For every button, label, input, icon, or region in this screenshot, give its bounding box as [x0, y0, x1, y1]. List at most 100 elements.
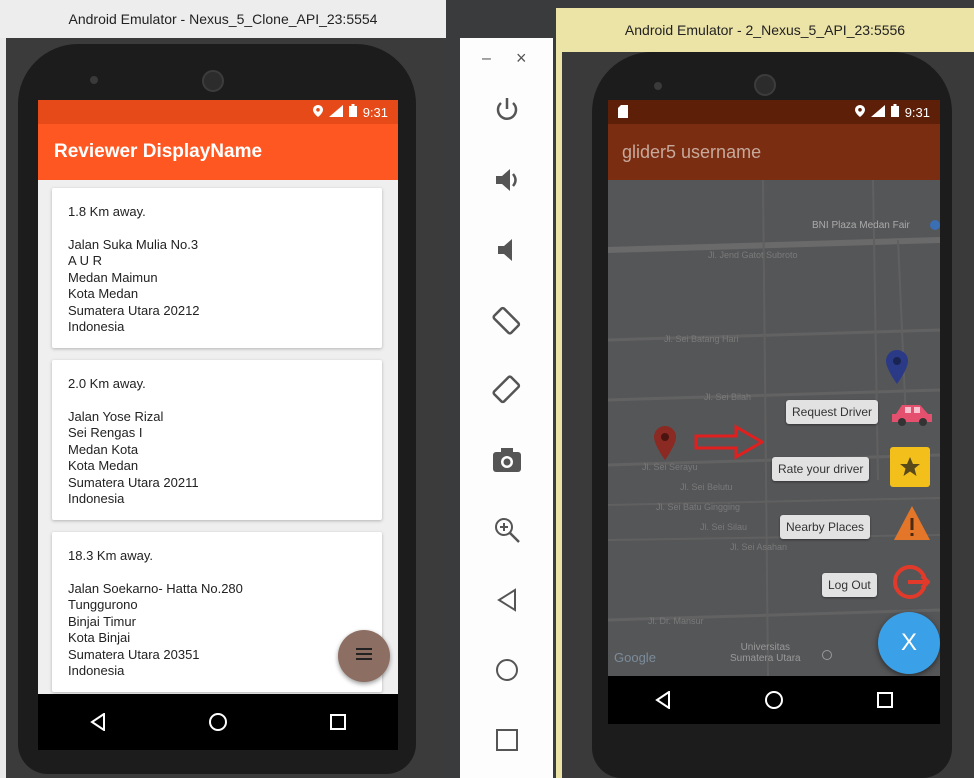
- address-line: Tunggurono: [68, 597, 138, 612]
- camera-icon: [492, 447, 522, 478]
- warning-icon[interactable]: [892, 504, 932, 547]
- map-road-label: Jl. Jend Gatot Subroto: [708, 250, 798, 260]
- left-window-titlebar: Android Emulator - Nexus_5_Clone_API_23:…: [0, 0, 446, 38]
- address-line: Indonesia: [68, 663, 125, 678]
- zoom-button[interactable]: [460, 502, 553, 562]
- main-fab-close-button[interactable]: X: [878, 612, 940, 674]
- nav-back-button[interactable]: [643, 680, 683, 720]
- left-status-bar: 9:31: [38, 100, 398, 124]
- address-line: Sumatera Utara 20211: [68, 474, 199, 490]
- nav-recents-button[interactable]: [318, 702, 358, 742]
- address-line: Indonesia: [68, 319, 125, 334]
- location-icon: [854, 104, 865, 120]
- toolbar-close-button[interactable]: ×: [516, 48, 527, 69]
- power-icon: [493, 96, 521, 129]
- rate-driver-button[interactable]: Rate your driver: [772, 457, 870, 481]
- right-device-frame: 9:31 glider5 username BNI Plaza Medan Fa…: [592, 52, 952, 778]
- place-card[interactable]: 18.3 Km away. Jalan Soekarno- Hatta No.2…: [52, 532, 382, 692]
- rotate-left-icon: [490, 303, 524, 342]
- right-app-title: glider5 username: [622, 141, 762, 162]
- screenshot-button[interactable]: [460, 432, 553, 492]
- address-line: Sumatera Utara 20351: [68, 646, 200, 662]
- home-button[interactable]: [460, 642, 553, 702]
- right-emulator-body: 9:31 glider5 username BNI Plaza Medan Fa…: [562, 52, 974, 778]
- right-sensor-dot: [654, 82, 662, 90]
- left-status-time: 9:31: [362, 104, 388, 120]
- nav-back-button[interactable]: [78, 702, 118, 742]
- sd-card-icon: [618, 105, 628, 121]
- right-screen: 9:31 glider5 username BNI Plaza Medan Fa…: [608, 100, 940, 724]
- right-nav-bar: [608, 676, 940, 724]
- address-line: Kota Binjai: [68, 630, 131, 645]
- left-sensor-dot: [90, 76, 98, 84]
- origin-marker-icon[interactable]: [654, 426, 676, 465]
- zoom-icon: [493, 516, 521, 549]
- request-driver-button[interactable]: Request Driver: [786, 400, 879, 424]
- volume-down-icon: [493, 236, 521, 269]
- left-window-title: Android Emulator - Nexus_5_Clone_API_23:…: [68, 11, 378, 27]
- hamburger-icon: [356, 647, 372, 665]
- overview-button[interactable]: [460, 712, 553, 772]
- right-app-bar: glider5 username: [608, 124, 940, 180]
- overview-icon: [495, 728, 519, 757]
- map-road-label: Jl. Dr. Mansur: [648, 616, 704, 626]
- location-icon: [312, 104, 323, 120]
- rotate-left-button[interactable]: [460, 292, 553, 352]
- arrow-right-icon: [694, 424, 766, 465]
- volume-down-button[interactable]: [460, 222, 553, 282]
- logout-icon[interactable]: [890, 562, 931, 607]
- signal-icon: [328, 104, 343, 120]
- driver-marker-icon[interactable]: [886, 350, 908, 389]
- menu-fab[interactable]: [338, 630, 390, 682]
- place-card[interactable]: 1.8 Km away. Jalan Suka Mulia No.3 A U R…: [52, 188, 382, 348]
- address-line: Jalan Suka Mulia No.3: [68, 236, 199, 252]
- volume-up-icon: [493, 166, 521, 199]
- map-place-label: Universitas Sumatera Utara: [730, 642, 801, 664]
- distance-text: 2.0 Km away.: [68, 376, 146, 391]
- right-window-title: Android Emulator - 2_Nexus_5_API_23:5556: [624, 22, 906, 38]
- car-icon[interactable]: [890, 400, 934, 433]
- address-line: Sei Rengas I: [68, 425, 143, 440]
- map-poi-icon: [930, 220, 940, 230]
- map-road-label: Jl. Sei Bilah: [704, 392, 752, 402]
- map-univ-icon: [822, 650, 832, 660]
- address-line: Kota Medan: [68, 458, 139, 473]
- left-emulator-window: Android Emulator - Nexus_5_Clone_API_23:…: [0, 0, 446, 778]
- address-line: Kota Medan: [68, 286, 139, 301]
- emulator-side-toolbar: – ×: [460, 38, 553, 778]
- distance-text: 18.3 Km away.: [68, 548, 154, 563]
- nav-home-button[interactable]: [198, 702, 238, 742]
- address-line: Jalan Soekarno- Hatta No.280: [68, 580, 243, 596]
- address-line: Sumatera Utara 20212: [68, 302, 200, 318]
- map-road-label: Jl. Sei Silau: [700, 522, 748, 532]
- volume-up-button[interactable]: [460, 152, 553, 212]
- signal-icon: [870, 104, 885, 120]
- nav-recents-button[interactable]: [865, 680, 905, 720]
- rotate-right-button[interactable]: [460, 362, 553, 422]
- back-icon: [496, 587, 518, 617]
- battery-icon: [890, 104, 899, 120]
- address-line: Binjai Timur: [68, 613, 136, 629]
- nav-home-button[interactable]: [754, 680, 794, 720]
- left-app-title: Reviewer DisplayName: [54, 141, 263, 162]
- battery-icon: [348, 104, 357, 120]
- map-road-label: Jl. Sei Batang Hari: [664, 334, 739, 344]
- place-card[interactable]: 2.0 Km away. Jalan Yose Rizal Sei Rengas…: [52, 360, 382, 520]
- map-road-label: Jl. Sei Batu Gingging: [656, 502, 741, 512]
- left-app-bar: Reviewer DisplayName: [38, 124, 398, 180]
- google-logo: Google: [614, 650, 656, 665]
- power-button[interactable]: [460, 82, 553, 142]
- rotate-right-icon: [490, 373, 524, 412]
- right-status-bar: 9:31: [608, 100, 940, 124]
- map-road-label: Jl. Sei Belutu: [680, 482, 733, 492]
- right-window-titlebar: Android Emulator - 2_Nexus_5_API_23:5556: [556, 8, 974, 52]
- right-emulator-window: Android Emulator - 2_Nexus_5_API_23:5556: [556, 8, 974, 778]
- toolbar-minimize-button[interactable]: –: [482, 50, 491, 68]
- log-out-button[interactable]: Log Out: [822, 573, 877, 597]
- left-front-camera: [202, 70, 224, 92]
- nearby-places-button[interactable]: Nearby Places: [780, 515, 871, 539]
- address-line: Jalan Yose Rizal: [68, 408, 164, 424]
- back-button[interactable]: [460, 572, 553, 632]
- star-icon[interactable]: [890, 447, 930, 487]
- left-device-frame: 9:31 Reviewer DisplayName 1.8 Km away. J…: [18, 44, 416, 774]
